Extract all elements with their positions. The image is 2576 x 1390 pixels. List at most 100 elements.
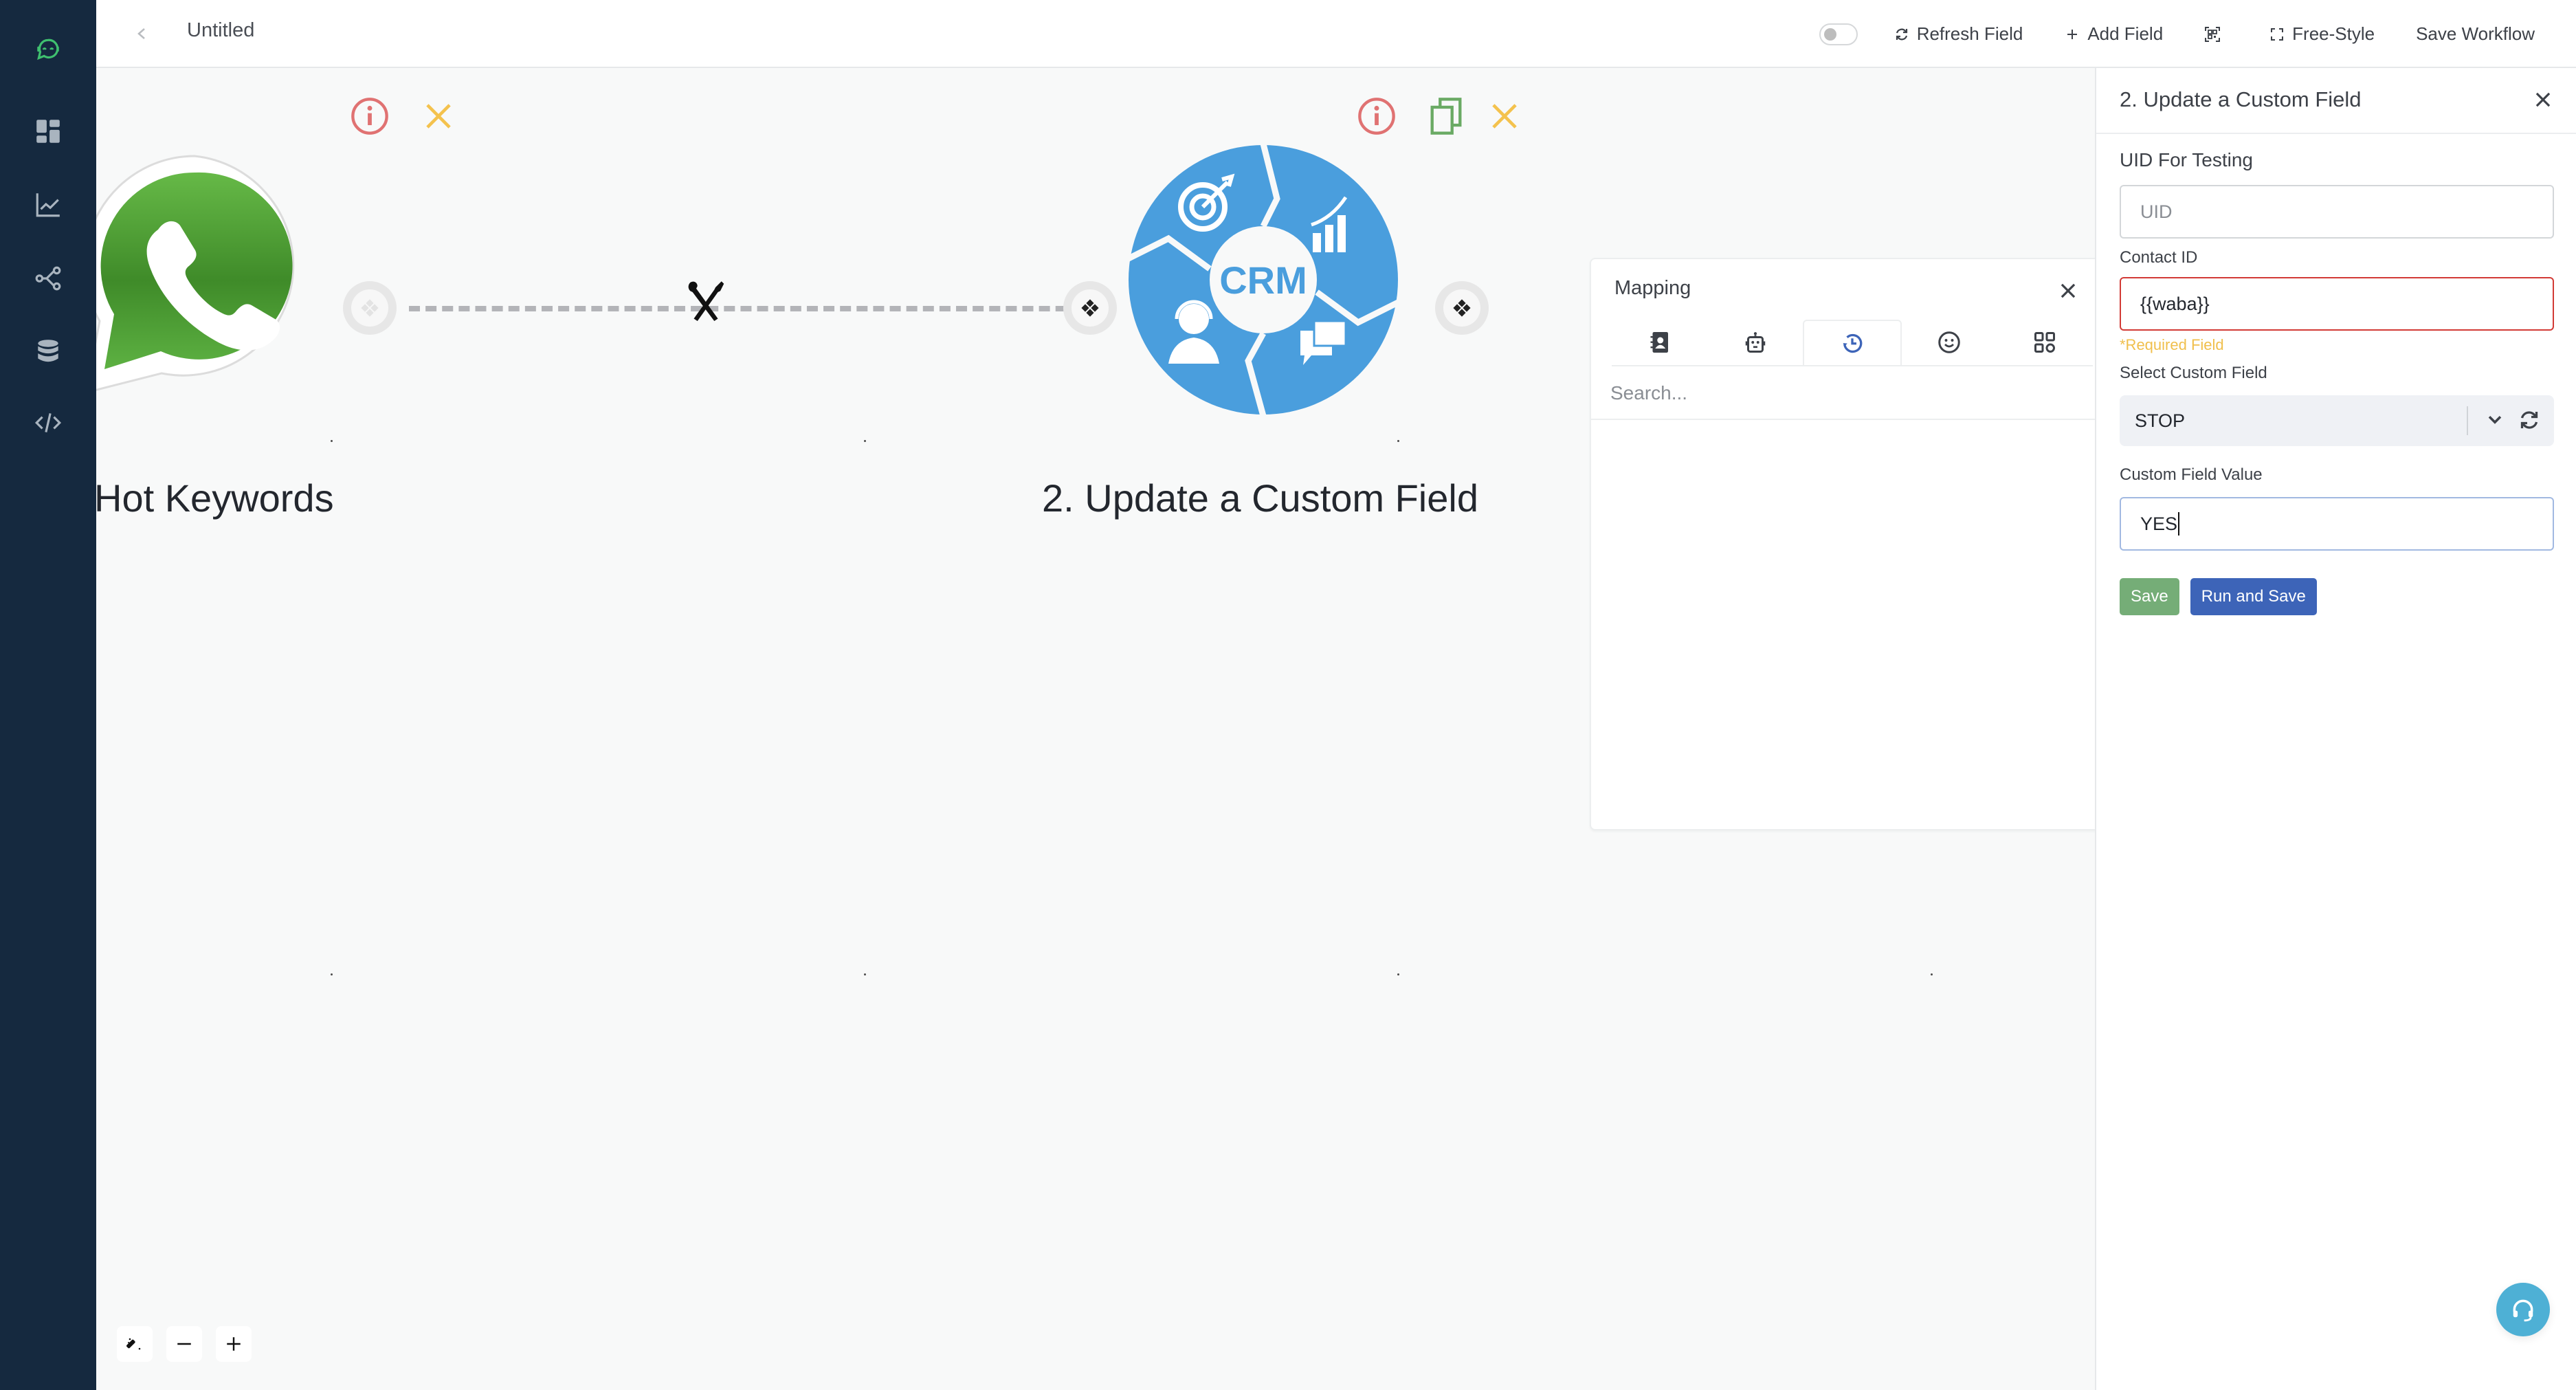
grid-dot: [331, 973, 333, 975]
duplicate-icon: [1430, 98, 1462, 135]
robot-icon: [1745, 332, 1766, 353]
minus-icon: [177, 1343, 191, 1345]
custom-field-value-label: Custom Field Value: [2120, 465, 2263, 484]
grid-dot: [1397, 440, 1399, 442]
sidebar-item-home[interactable]: [0, 26, 96, 74]
node1-info-button[interactable]: [348, 94, 392, 138]
flow-icon: [35, 266, 61, 291]
add-field-button[interactable]: Add Field: [2064, 23, 2163, 45]
bot-logo-icon: [37, 38, 59, 60]
scan-button[interactable]: [2204, 26, 2228, 43]
mapping-tabs: [1612, 320, 2093, 366]
add-field-label: Add Field: [2087, 23, 2164, 44]
select-custom-field-label: Select Custom Field: [2120, 364, 2267, 382]
mapping-panel: Mapping: [1590, 258, 2102, 830]
tab-apps[interactable]: [1997, 320, 2093, 365]
sidebar-item-workflows[interactable]: [0, 254, 96, 302]
code-icon: [34, 412, 62, 433]
sidebar: [0, 0, 96, 1390]
run-and-save-button[interactable]: Run and Save: [2190, 578, 2317, 615]
node1-delete-button[interactable]: [417, 94, 460, 138]
tools-icon: [688, 281, 724, 321]
close-icon: [2061, 283, 2076, 298]
sidebar-item-dashboard[interactable]: [0, 107, 96, 155]
qr-scan-icon: [2205, 26, 2221, 42]
uid-input[interactable]: UID: [2120, 185, 2554, 239]
custom-field-select[interactable]: STOP: [2120, 395, 2554, 446]
headset-icon: [2513, 1299, 2533, 1322]
sidebar-item-developer[interactable]: [0, 399, 96, 447]
contact-id-input[interactable]: {{waba}}: [2120, 277, 2554, 331]
select-divider: [2467, 406, 2468, 435]
tab-contacts[interactable]: [1612, 320, 1707, 365]
zoom-in-button[interactable]: [216, 1326, 252, 1362]
node2-output-connector[interactable]: [1435, 281, 1489, 335]
save-workflow-button[interactable]: Save Workflow: [2416, 23, 2535, 45]
refresh-icon: [1896, 28, 1907, 40]
mapping-search-input[interactable]: [1591, 368, 2101, 419]
back-button[interactable]: [128, 19, 155, 48]
refresh-icon[interactable]: [2517, 408, 2542, 432]
uid-label: UID For Testing: [2120, 149, 2253, 170]
node2-label: 2. Update a Custom Field: [1042, 476, 1478, 520]
node2-info-button[interactable]: [1355, 94, 1399, 138]
grid-dot: [864, 440, 866, 442]
info-icon: [1358, 98, 1395, 135]
info-icon: [351, 98, 388, 135]
workflow-toggle[interactable]: [1819, 23, 1858, 45]
workflow-title[interactable]: Untitled: [187, 19, 254, 42]
sidebar-item-database[interactable]: [0, 327, 96, 375]
refresh-field-label: Refresh Field: [1916, 23, 2023, 44]
connection-line[interactable]: [409, 306, 1100, 311]
node1-output-connector[interactable]: [343, 281, 397, 335]
save-button[interactable]: Save: [2120, 578, 2179, 615]
connection-settings-button[interactable]: [675, 271, 737, 333]
custom-field-select-value: STOP: [2135, 410, 2186, 431]
tab-emoji[interactable]: [1902, 320, 1997, 365]
auto-arrange-button[interactable]: [117, 1326, 153, 1362]
sidebar-item-analytics[interactable]: [0, 181, 96, 229]
whatsapp-icon[interactable]: [96, 151, 316, 412]
emoji-icon: [1938, 331, 1960, 353]
contact-id-label: Contact ID: [2120, 248, 2198, 267]
free-style-button[interactable]: Free-Style: [2269, 23, 2375, 45]
database-icon: [38, 340, 58, 362]
history-icon: [1843, 333, 1863, 353]
crm-text: CRM: [1219, 258, 1307, 302]
mapping-title: Mapping: [1614, 277, 1691, 299]
diamond-cluster-icon: [1453, 299, 1471, 317]
close-icon: [2535, 92, 2551, 107]
diamond-cluster-icon: [361, 299, 379, 317]
save-workflow-label: Save Workflow: [2416, 23, 2535, 44]
grid-dot: [864, 973, 866, 975]
grid-dot: [1931, 973, 1933, 975]
free-style-label: Free-Style: [2292, 23, 2375, 44]
panel-close-button[interactable]: [2529, 86, 2557, 113]
chevron-left-icon: [137, 28, 145, 39]
crm-icon[interactable]: CRM: [1127, 144, 1399, 416]
mapping-close-button[interactable]: [2054, 277, 2082, 305]
node2-delete-button[interactable]: [1483, 94, 1526, 138]
node2-duplicate-button[interactable]: [1424, 94, 1468, 138]
support-chat-button[interactable]: [2496, 1283, 2550, 1336]
panel-title: 2. Update a Custom Field: [2120, 87, 2362, 111]
required-field-hint: *Required Field: [2120, 336, 2224, 353]
close-icon: [1492, 104, 1517, 129]
refresh-field-button[interactable]: Refresh Field: [1894, 23, 2023, 45]
node-config-panel: 2. Update a Custom Field UID For Testing…: [2095, 68, 2576, 1390]
tab-bot[interactable]: [1707, 320, 1803, 365]
tab-history[interactable]: [1803, 320, 1902, 365]
diamond-cluster-icon: [1081, 299, 1099, 317]
node2-input-connector[interactable]: [1063, 281, 1117, 335]
mapping-search: [1591, 368, 2101, 420]
canvas-controls: [117, 1326, 252, 1362]
apps-icon: [2034, 332, 2056, 353]
zoom-out-button[interactable]: [166, 1326, 202, 1362]
plus-icon: [227, 1337, 241, 1351]
chevron-down-icon[interactable]: [2484, 409, 2506, 431]
custom-field-value-input[interactable]: YES: [2120, 497, 2554, 551]
magic-wand-icon: [126, 1338, 141, 1350]
dashboard-icon: [36, 120, 60, 143]
top-bar: Untitled Refresh Field Add Field Free-St…: [96, 0, 2576, 68]
close-icon: [426, 104, 451, 129]
